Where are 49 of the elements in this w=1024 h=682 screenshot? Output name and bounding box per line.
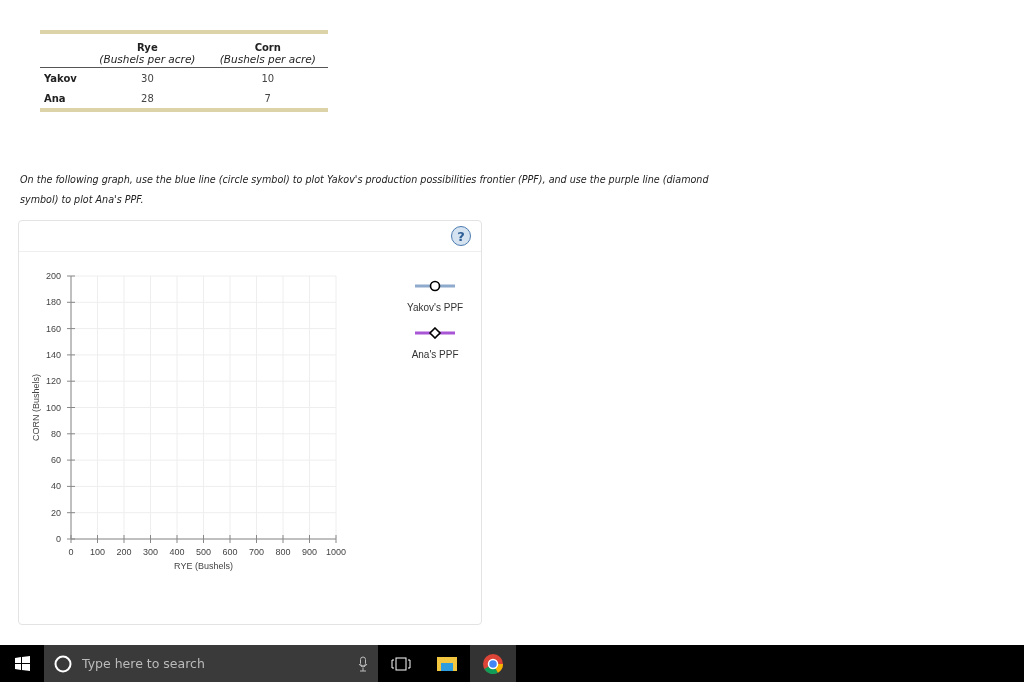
column-unit: (Bushels per acre): [98, 53, 197, 67]
search-field[interactable]: Type here to search: [80, 655, 350, 672]
column-header: Corn: [254, 42, 281, 53]
line-circle-icon[interactable]: [415, 280, 456, 292]
line-diamond-icon[interactable]: [415, 327, 456, 339]
instructions-text: On the following graph, use the blue line (circle symbol) to plot Yakov's production possibilities frontier (PPF), and use the purple line (diamond symbol) to plot Ana's PPF.: [20, 173, 710, 207]
microphone-icon[interactable]: [358, 655, 368, 672]
column-unit: (Bushels per acre): [218, 53, 317, 67]
row-label: Ana: [44, 92, 66, 104]
browser-button[interactable]: [470, 645, 516, 682]
x-tick-label: 800: [275, 547, 291, 557]
y-tick-label: 60: [51, 455, 61, 466]
row-label: Yakov: [44, 72, 77, 84]
y-axis-title: CORN (Bushels): [31, 374, 41, 441]
x-tick-label: 700: [249, 547, 264, 557]
y-tick-label: 80: [51, 428, 61, 439]
y-tick-label: 0: [56, 534, 61, 544]
y-tick-label: 40: [51, 481, 61, 492]
y-tick-label: 180: [45, 297, 61, 308]
y-tick-label: 200: [45, 271, 61, 281]
column-header: Rye: [137, 42, 158, 53]
table-cell: 30: [141, 72, 154, 84]
browser-icon: [483, 653, 503, 674]
help-button[interactable]: ?: [451, 226, 471, 246]
table-cell: 28: [141, 92, 154, 104]
x-tick-label: 200: [116, 547, 132, 557]
circle-icon: [54, 654, 72, 673]
table-cell: 10: [261, 72, 275, 84]
legend-label: Ana's PPF: [411, 349, 459, 360]
task-view-icon: [391, 656, 411, 671]
x-tick-label: 400: [169, 547, 185, 557]
x-axis-title: RYE (Bushels): [174, 561, 233, 571]
x-tick-label: 0: [68, 547, 74, 557]
x-tick-label: 1000: [326, 547, 346, 557]
folder-icon: [437, 655, 457, 672]
x-tick-label: 900: [302, 547, 317, 557]
y-tick-label: 100: [45, 402, 61, 413]
y-tick-label: 160: [45, 323, 61, 334]
windows-logo-icon: [14, 656, 30, 671]
x-tick-label: 100: [90, 547, 105, 557]
y-tick-label: 120: [45, 376, 61, 387]
table-cell: 7: [264, 92, 271, 104]
x-tick-label: 600: [222, 547, 238, 557]
search-box[interactable]: Type here to search: [44, 645, 378, 682]
y-tick-label: 20: [51, 507, 61, 518]
legend-label: Yakov's PPF: [407, 302, 464, 313]
y-tick-label: 140: [45, 349, 61, 360]
x-tick-label: 500: [196, 547, 211, 557]
x-tick-label: 300: [143, 547, 158, 557]
